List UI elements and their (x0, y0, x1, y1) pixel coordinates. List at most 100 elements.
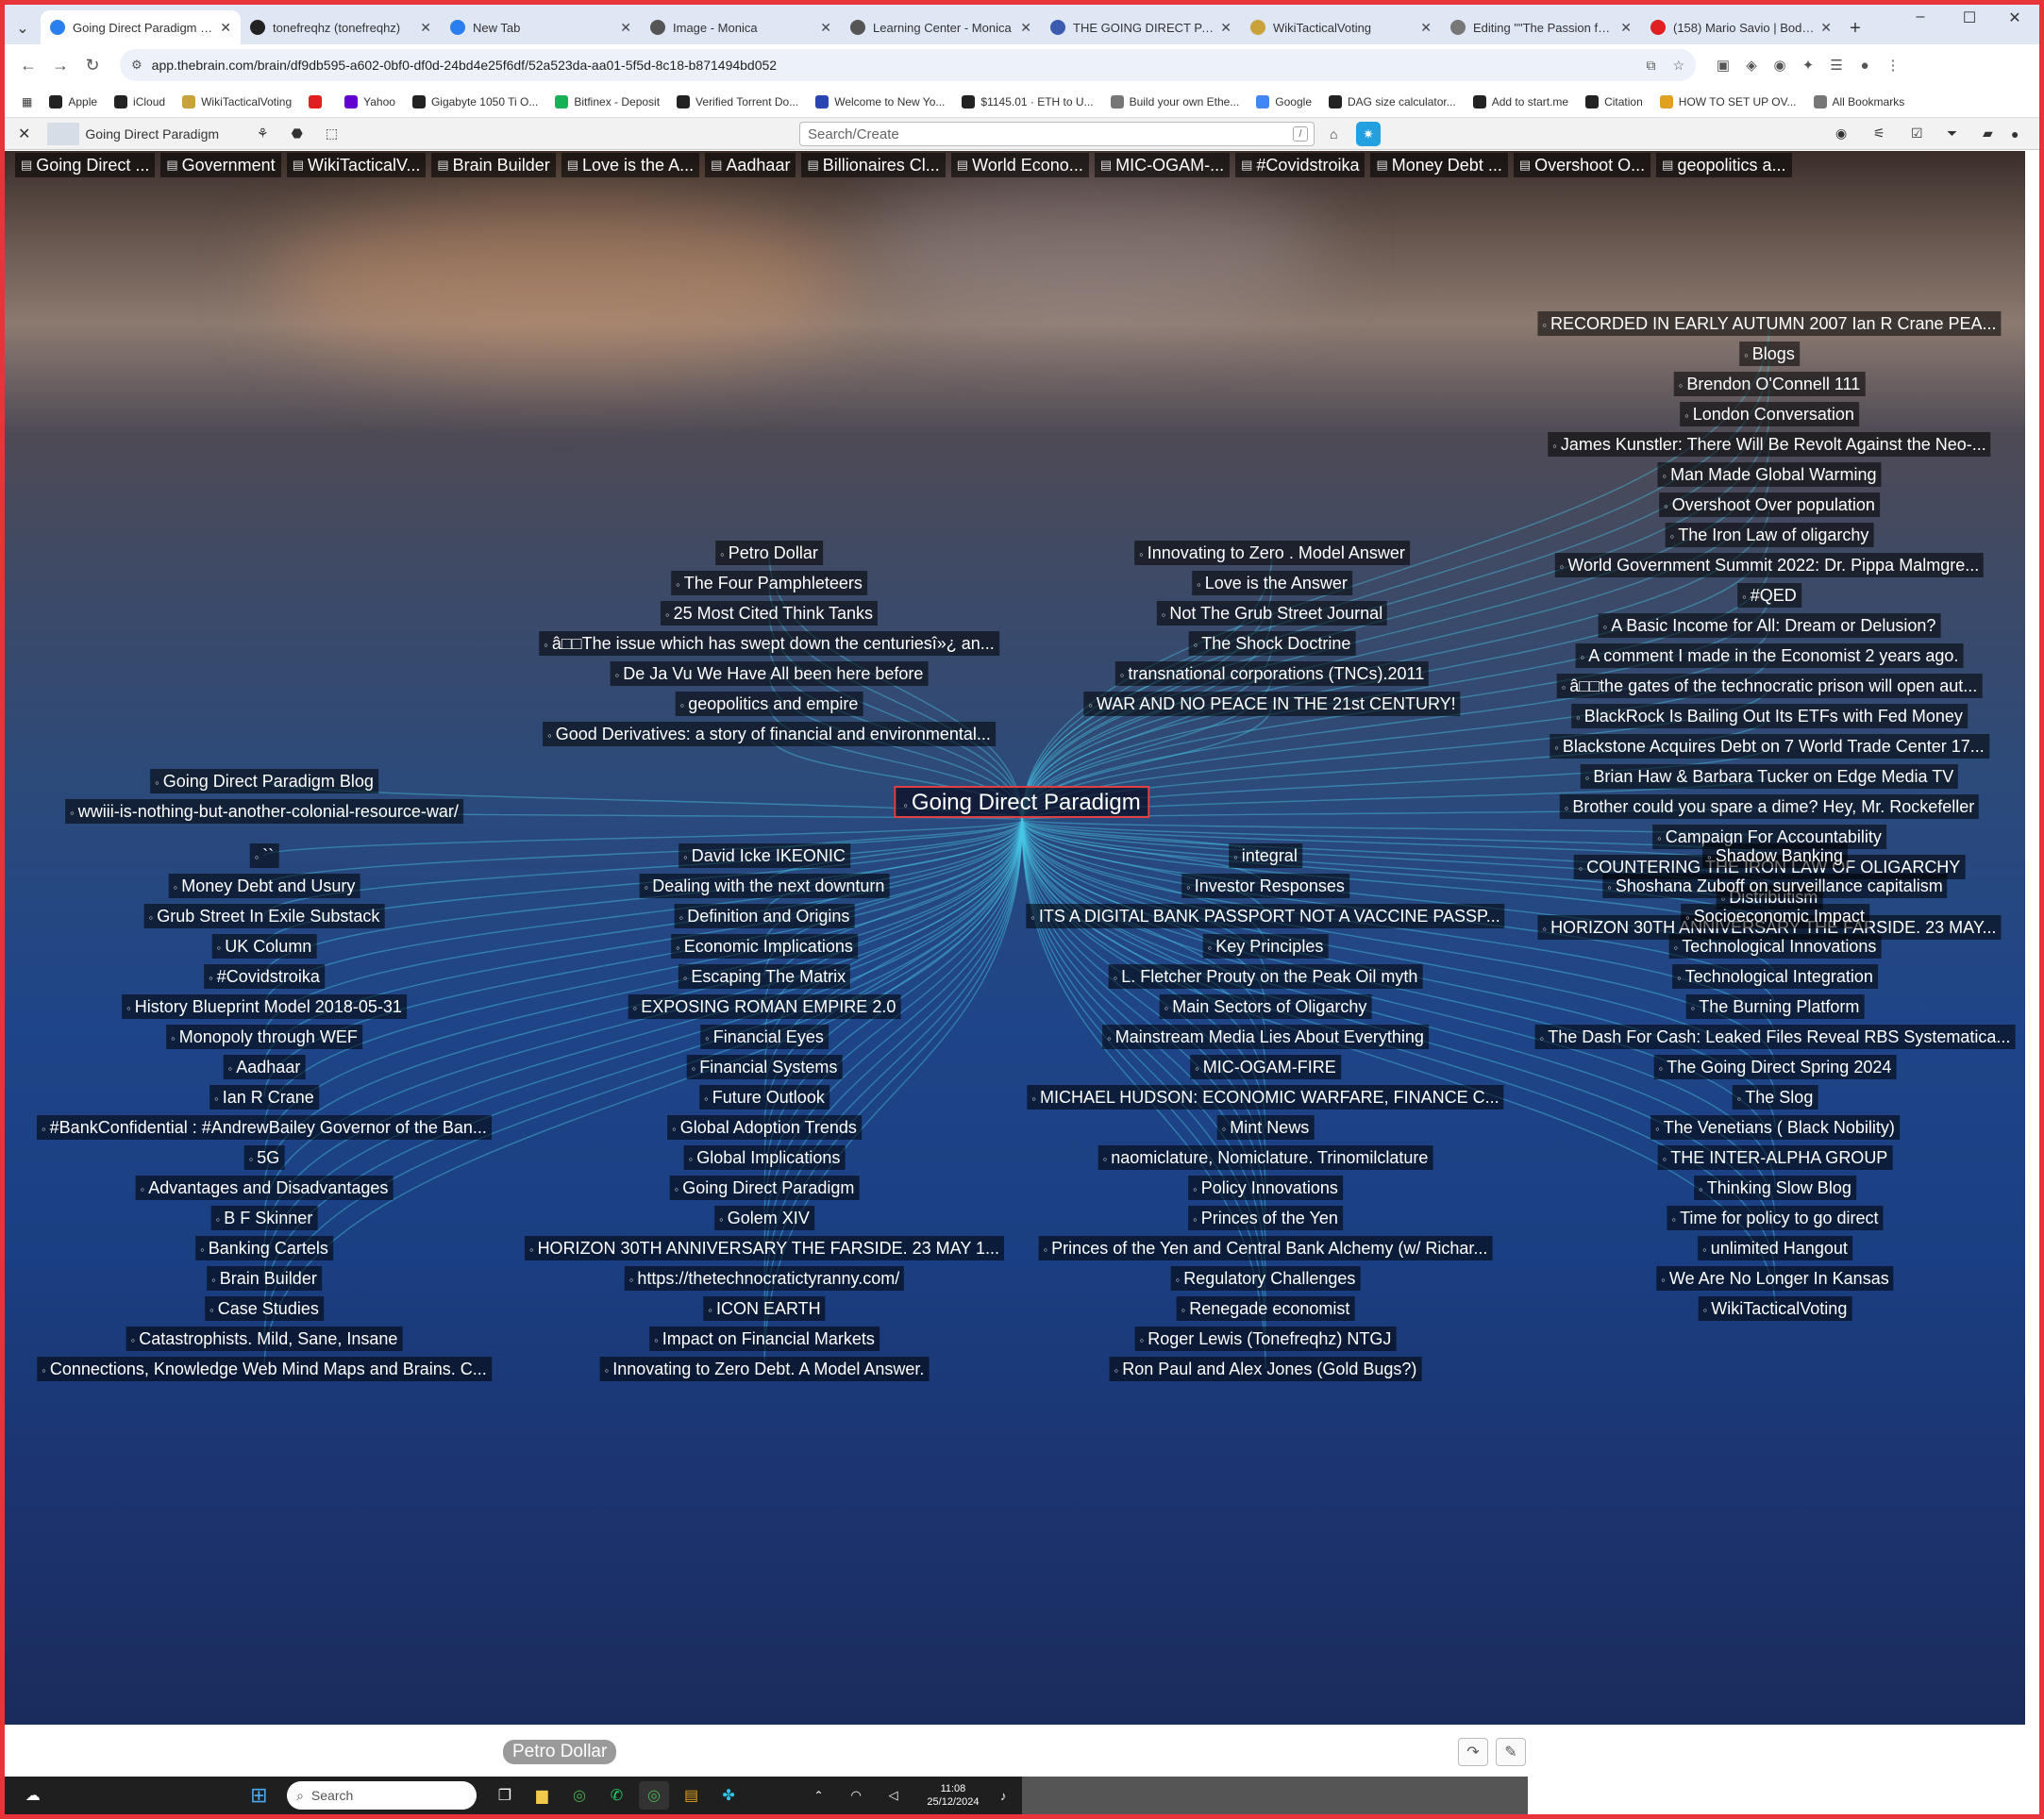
taskbar-search[interactable]: ⌕ Search (287, 1781, 477, 1810)
child-thought[interactable]: ◦ Golem XIV (714, 1206, 814, 1230)
app-icon[interactable]: ▤ (677, 1781, 707, 1810)
child-thought[interactable]: ◦ Monopoly through WEF (166, 1025, 362, 1049)
child-thought[interactable]: ◦ Future Outlook (699, 1085, 829, 1110)
child-thought[interactable]: ◦ Grub Street In Exile Substack (143, 904, 385, 928)
child-thought[interactable]: ◦ Advantages and Disadvantages (135, 1176, 394, 1200)
child-thought[interactable]: ◦ The Venetians ( Black Nobility) (1650, 1115, 1900, 1140)
jump-thought[interactable]: ◦ BlackRock Is Bailing Out Its ETFs with … (1571, 704, 1968, 728)
checkbox-icon[interactable]: ☑ (1911, 125, 1923, 142)
tab-0[interactable]: Going Direct Paradigm | G ✕ (41, 10, 241, 44)
edit-pencil-icon[interactable]: ✎ (1496, 1738, 1526, 1766)
child-thought[interactable]: ◦ The Going Direct Spring 2024 (1653, 1055, 1897, 1079)
parent-thought[interactable]: ◦ The Four Pamphleteers (671, 571, 867, 595)
child-thought[interactable]: ◦ Aadhaar (223, 1055, 306, 1079)
notification-bell-icon[interactable]: ♪ (988, 1781, 1018, 1810)
close-tab-icon[interactable]: ✕ (820, 20, 831, 36)
child-thought[interactable]: ◦ Financial Eyes (700, 1025, 829, 1049)
user-avatar[interactable]: ● (2011, 126, 2019, 142)
child-thought[interactable]: ◦ WikiTacticalVoting (1698, 1296, 1852, 1321)
jump-thought[interactable]: ◦ Going Direct Paradigm Blog (150, 769, 378, 793)
child-thought[interactable]: ◦ MIC-OGAM-FIRE (1190, 1055, 1341, 1079)
pinned-thought[interactable]: ▤ Love is the A... (561, 153, 700, 177)
child-thought[interactable]: ◦ Technological Innovations (1668, 934, 1882, 959)
close-tab-icon[interactable]: ✕ (220, 20, 231, 36)
jump-thought[interactable]: ◦ wwiii-is-nothing-but-another-colonial-r… (65, 799, 463, 824)
maximize-button[interactable]: ☐ (1951, 8, 1988, 27)
close-tab-icon[interactable]: ✕ (1420, 20, 1432, 36)
parent-thought[interactable]: ◦ Innovating to Zero . Model Answer (1134, 541, 1410, 565)
close-tab-icon[interactable]: ✕ (1820, 20, 1832, 36)
child-thought[interactable]: ◦ The Slog (1732, 1085, 1818, 1110)
child-thought[interactable]: ◦ Global Implications (683, 1145, 846, 1170)
child-thought[interactable]: ◦ MICHAEL HUDSON: ECONOMIC WARFARE, FINAN… (1027, 1085, 1504, 1110)
child-thought[interactable]: ◦ Regulatory Challenges (1170, 1266, 1361, 1291)
active-thought[interactable]: ◦ Going Direct Paradigm (894, 786, 1150, 818)
new-tab-button[interactable]: + (1841, 12, 1869, 44)
thebrain-icon[interactable]: ✤ (713, 1781, 744, 1810)
extension-icon[interactable]: ▣ (1709, 57, 1737, 74)
jump-thought[interactable]: ◦ RECORDED IN EARLY AUTUMN 2007 Ian R Cra… (1537, 311, 2002, 336)
install-app-icon[interactable]: ⧉ (1646, 58, 1655, 74)
child-thought[interactable]: ◦ Global Adoption Trends (667, 1115, 862, 1140)
tab-3[interactable]: Image - Monica ✕ (641, 10, 841, 44)
child-thought[interactable]: ◦ Going Direct Paradigm (669, 1176, 860, 1200)
parent-thought[interactable]: ◦ 25 Most Cited Think Tanks (660, 601, 879, 626)
child-thought[interactable]: ◦ THE INTER-ALPHA GROUP (1657, 1145, 1893, 1170)
tab-8[interactable]: (158) Mario Savio | Bodies ✕ (1641, 10, 1841, 44)
parent-thought[interactable]: ◦ Not The Grub Street Journal (1156, 601, 1388, 626)
jump-thought[interactable]: ◦ London Conversation (1680, 402, 1859, 426)
child-thought[interactable]: ◦ naomiclature, Nomiclature. Trinomilclat… (1097, 1145, 1433, 1170)
close-window-button[interactable]: ✕ (1996, 8, 2034, 27)
bookmark-10[interactable]: Build your own Ethe... (1110, 94, 1239, 108)
folders-icon[interactable]: ▰ (1983, 125, 1993, 142)
brain-search-input[interactable]: Search/Create / (799, 122, 1315, 146)
parent-thought[interactable]: ◦ The Shock Doctrine (1188, 631, 1356, 656)
jump-thought[interactable]: ◦ â□□the gates of the technocratic prison… (1556, 674, 1983, 698)
tray-chevron-icon[interactable]: ⌃ (804, 1781, 834, 1810)
volume-icon[interactable]: ◁ (879, 1781, 909, 1810)
child-thought[interactable]: ◦ EXPOSING ROMAN EMPIRE 2.0 (628, 994, 901, 1019)
whatsapp-icon[interactable]: ✆ (602, 1781, 632, 1810)
task-view-icon[interactable]: ❐ (490, 1781, 520, 1810)
home-icon[interactable]: ⌂ (1330, 126, 1337, 142)
child-thought[interactable]: ◦ Definition and Origins (674, 904, 855, 928)
bookmark-3[interactable] (309, 94, 327, 108)
child-thought[interactable]: ◦ `` (249, 843, 279, 868)
child-thought[interactable]: ◦ ITS A DIGITAL BANK PASSPORT NOT A VACCI… (1026, 904, 1505, 928)
tab-search-button[interactable]: ⌄ (5, 12, 41, 44)
child-thought[interactable]: ◦ HORIZON 30TH ANNIVERSARY THE FARSIDE. 2… (524, 1236, 1005, 1260)
pinned-thought[interactable]: ▤ Brain Builder (431, 153, 556, 177)
child-thought[interactable]: ◦ Brain Builder (207, 1266, 322, 1291)
parent-thought[interactable]: ◦ De Ja Vu We Have All been here before (610, 661, 929, 686)
wifi-icon[interactable]: ◠ (841, 1781, 871, 1810)
share-arrow-icon[interactable]: ↷ (1458, 1738, 1488, 1766)
bookmark-12[interactable]: DAG size calculator... (1329, 94, 1456, 108)
extension-icon[interactable]: ◉ (1766, 57, 1794, 74)
pinned-thought[interactable]: ▤ World Econo... (950, 153, 1089, 177)
pinned-thought[interactable]: ▤ Billionaires Cl... (801, 153, 946, 177)
jump-thought[interactable]: ◦ Blogs (1739, 342, 1800, 366)
apps-grid-icon[interactable]: ▦ (22, 95, 32, 108)
pinned-thought[interactable]: ▤ MIC-OGAM-... (1094, 153, 1231, 177)
extension-icon[interactable]: ◈ (1737, 57, 1766, 74)
close-tab-icon[interactable]: ✕ (1220, 20, 1231, 36)
jump-thought[interactable]: ◦ Brian Haw & Barbara Tucker on Edge Medi… (1580, 764, 1959, 789)
jump-thought[interactable]: ◦ A Basic Income for All: Dream or Delusi… (1598, 613, 1941, 638)
child-thought[interactable]: ◦ L. Fletcher Prouty on the Peak Oil myth (1108, 964, 1423, 989)
tab-4[interactable]: Learning Center - Monica ✕ (841, 10, 1041, 44)
site-info-icon[interactable]: ⚙ (131, 58, 142, 73)
jump-thought[interactable]: ◦ Brendon O'Connell 111 (1673, 372, 1866, 396)
tab-2[interactable]: New Tab ✕ (441, 10, 641, 44)
child-thought[interactable]: ◦ unlimited Hangout (1698, 1236, 1852, 1260)
bookmark-14[interactable]: Citation (1585, 94, 1643, 108)
close-tab-icon[interactable]: ✕ (1020, 20, 1031, 36)
child-thought[interactable]: ◦ #Covidstroika (204, 964, 325, 989)
child-thought[interactable]: ◦ The Dash For Cash: Leaked Files Reveal … (1534, 1025, 2016, 1049)
profile-avatar[interactable]: ● (1851, 58, 1879, 74)
ai-assistant-icon[interactable]: ✷ (1356, 121, 1381, 146)
bookmark-2[interactable]: WikiTacticalVoting (182, 94, 292, 108)
child-thought[interactable]: ◦ Financial Systems (686, 1055, 843, 1079)
pinned-thought[interactable]: ▤ Aadhaar (705, 153, 796, 177)
child-thought[interactable]: ◦ Mainstream Media Lies About Everything (1102, 1025, 1429, 1049)
forward-button[interactable]: → (44, 56, 76, 75)
